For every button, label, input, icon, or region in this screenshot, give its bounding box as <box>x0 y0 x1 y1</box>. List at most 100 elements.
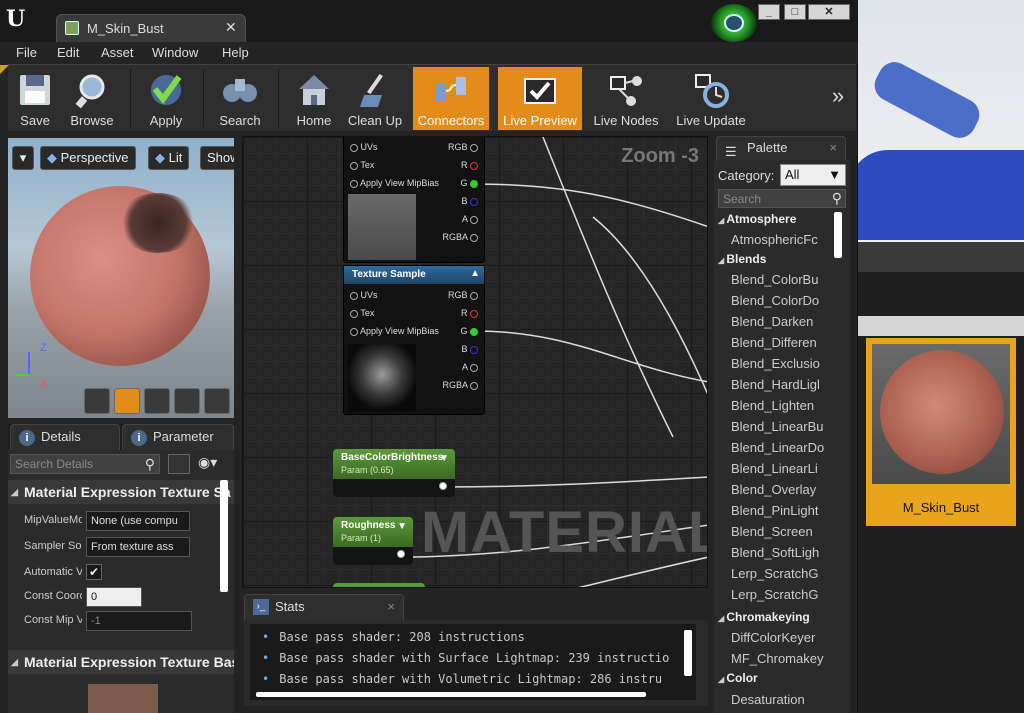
maximize-button[interactable]: □ <box>784 4 806 20</box>
preview-teapot-icon[interactable] <box>204 388 230 414</box>
pin-uvs[interactable]: UVs <box>350 140 378 154</box>
pin-rgb[interactable]: RGB <box>448 288 478 302</box>
menu-edit[interactable]: Edit <box>57 45 79 60</box>
viewport-options-button[interactable]: ▾ <box>12 146 34 170</box>
cleanup-button[interactable]: Clean Up <box>344 67 406 130</box>
texture-sample-node-2[interactable]: Texture Sample ▲ UVs Tex Apply View MipB… <box>343 265 485 415</box>
pin-tex[interactable]: Tex <box>350 306 374 320</box>
pin-r[interactable]: R <box>461 306 478 320</box>
eye-visibility-icon[interactable]: ◉▾ <box>198 454 217 471</box>
details-scrollbar[interactable] <box>220 480 228 592</box>
output-pin[interactable] <box>397 550 405 558</box>
texture-sample-node-1[interactable]: UVs Tex Apply View MipBias RGB R G B A R… <box>343 137 485 263</box>
palette-item[interactable]: Blend_Overlay <box>731 482 831 497</box>
collapse-node-icon[interactable]: ▲ <box>470 268 480 279</box>
output-pin[interactable] <box>439 482 447 490</box>
preview-plane-icon[interactable] <box>144 388 170 414</box>
menu-window[interactable]: Window <box>152 45 198 60</box>
live-preview-button[interactable]: Live Preview <box>498 67 582 130</box>
tab-parameters[interactable]: i Parameter <box>122 424 234 450</box>
param-node-basecolorbrightness[interactable]: BaseColorBrightness Param (0.65) ▼ <box>333 449 455 497</box>
palette-item[interactable]: Blend_LinearDo <box>731 440 831 455</box>
palette-item[interactable]: AtmosphericFc <box>731 232 831 247</box>
palette-category-atmosphere[interactable]: Atmosphere <box>718 212 796 226</box>
palette-item[interactable]: Lerp_ScratchG <box>731 587 831 602</box>
preview-sphere-icon[interactable] <box>114 388 140 414</box>
palette-category-color[interactable]: Color <box>718 671 757 685</box>
palette-item[interactable]: Blend_Exclusio <box>731 356 831 371</box>
tab-stats[interactable]: ›_ Stats × <box>244 594 404 620</box>
live-coding-orb-icon[interactable] <box>711 4 757 42</box>
sampler-source-select[interactable]: From texture ass <box>86 537 190 557</box>
material-graph[interactable]: Zoom -3 MATERIAL UVs Tex Apply View MipB… <box>242 136 708 588</box>
pin-a[interactable]: A <box>462 360 478 374</box>
pin-rgba[interactable]: RGBA <box>442 378 478 392</box>
apply-button[interactable]: Apply <box>140 67 192 130</box>
palette-item[interactable]: Blend_SoftLigh <box>731 545 831 560</box>
palette-item[interactable]: Blend_Lighten <box>731 398 831 413</box>
lit-button[interactable]: ◆ Lit <box>148 146 190 170</box>
pin-tex[interactable]: Tex <box>350 158 374 172</box>
close-tab-icon[interactable]: × <box>829 137 837 159</box>
preview-viewport[interactable]: ▾ ◆ Perspective ◆ Lit Show Z X <box>8 138 234 418</box>
tab-palette[interactable]: ☰ Palette × <box>716 136 846 160</box>
automatic-checkbox[interactable]: ✔ <box>86 564 102 580</box>
palette-item[interactable]: Blend_Darken <box>731 314 831 329</box>
pin-apply-view-mipbias[interactable]: Apply View MipBias <box>350 176 439 190</box>
mip-value-mode-select[interactable]: None (use compu <box>86 511 190 531</box>
connectors-button[interactable]: Connectors <box>413 67 489 130</box>
pin-r[interactable]: R <box>461 158 478 172</box>
live-update-button[interactable]: Live Update <box>672 67 750 130</box>
pin-rgba[interactable]: RGBA <box>442 230 478 244</box>
palette-item[interactable]: Blend_LinearBu <box>731 419 831 434</box>
preview-cube-icon[interactable] <box>174 388 200 414</box>
palette-category-chromakeying[interactable]: Chromakeying <box>718 610 809 624</box>
menu-help[interactable]: Help <box>222 45 249 60</box>
close-tab-icon[interactable]: × <box>387 595 395 619</box>
palette-item[interactable]: Blend_ColorBu <box>731 272 831 287</box>
minimize-button[interactable]: _ <box>758 4 780 20</box>
pin-rgb[interactable]: RGB <box>448 140 478 154</box>
show-button[interactable]: Show <box>200 146 234 170</box>
palette-item[interactable]: Blend_LinearLi <box>731 461 831 476</box>
param-node-partial[interactable] <box>333 583 425 587</box>
palette-item[interactable]: Blend_PinLight <box>731 503 831 518</box>
preview-cylinder-icon[interactable] <box>84 388 110 414</box>
pin-g[interactable]: G <box>460 176 478 190</box>
collapse-node-icon[interactable]: ▼ <box>397 521 407 532</box>
palette-search-input[interactable]: Search ⚲ <box>718 189 846 208</box>
palette-item[interactable]: Blend_HardLigl <box>731 377 831 392</box>
document-tab[interactable]: M_Skin_Bust ✕ <box>56 14 246 42</box>
close-window-button[interactable]: ✕ <box>808 4 850 20</box>
palette-item[interactable]: Blend_Screen <box>731 524 831 539</box>
palette-item[interactable]: Lerp_ScratchG <box>731 566 831 581</box>
menu-asset[interactable]: Asset <box>101 45 134 60</box>
tab-details[interactable]: i Details <box>10 424 120 450</box>
const-coordinate-input[interactable]: 0 <box>86 587 142 607</box>
asset-tile-m-skin-bust[interactable]: M_Skin_Bust <box>866 338 1016 526</box>
pin-apply-view-mipbias[interactable]: Apply View MipBias <box>350 324 439 338</box>
collapse-node-icon[interactable]: ▼ <box>439 453 449 464</box>
search-button[interactable]: Search <box>214 67 266 130</box>
stats-horizontal-scrollbar[interactable] <box>256 692 646 697</box>
palette-item[interactable]: Blend_Differen <box>731 335 831 350</box>
palette-item[interactable]: Desaturation <box>731 692 831 707</box>
browse-button[interactable]: Browse <box>66 67 118 130</box>
pin-a[interactable]: A <box>462 212 478 226</box>
palette-item[interactable]: Blend_ColorDo <box>731 293 831 308</box>
grid-view-icon[interactable] <box>168 454 190 474</box>
details-search-input[interactable]: Search Details ⚲ <box>10 454 160 474</box>
menu-file[interactable]: File <box>16 45 37 60</box>
live-nodes-button[interactable]: Live Nodes <box>590 67 662 130</box>
pin-b[interactable]: B <box>461 342 478 356</box>
palette-category-blends[interactable]: Blends <box>718 252 766 266</box>
close-tab-icon[interactable]: ✕ <box>225 19 237 36</box>
stats-vertical-scrollbar[interactable] <box>684 630 692 676</box>
pin-b[interactable]: B <box>461 194 478 208</box>
home-button[interactable]: Home <box>288 67 340 130</box>
section-texture-base[interactable]: Material Expression Texture Bas <box>8 650 234 674</box>
pin-g[interactable]: G <box>460 324 478 338</box>
save-button[interactable]: Save <box>12 67 58 130</box>
pin-uvs[interactable]: UVs <box>350 288 378 302</box>
section-texture-sample[interactable]: Material Expression Texture Sa <box>8 480 234 504</box>
